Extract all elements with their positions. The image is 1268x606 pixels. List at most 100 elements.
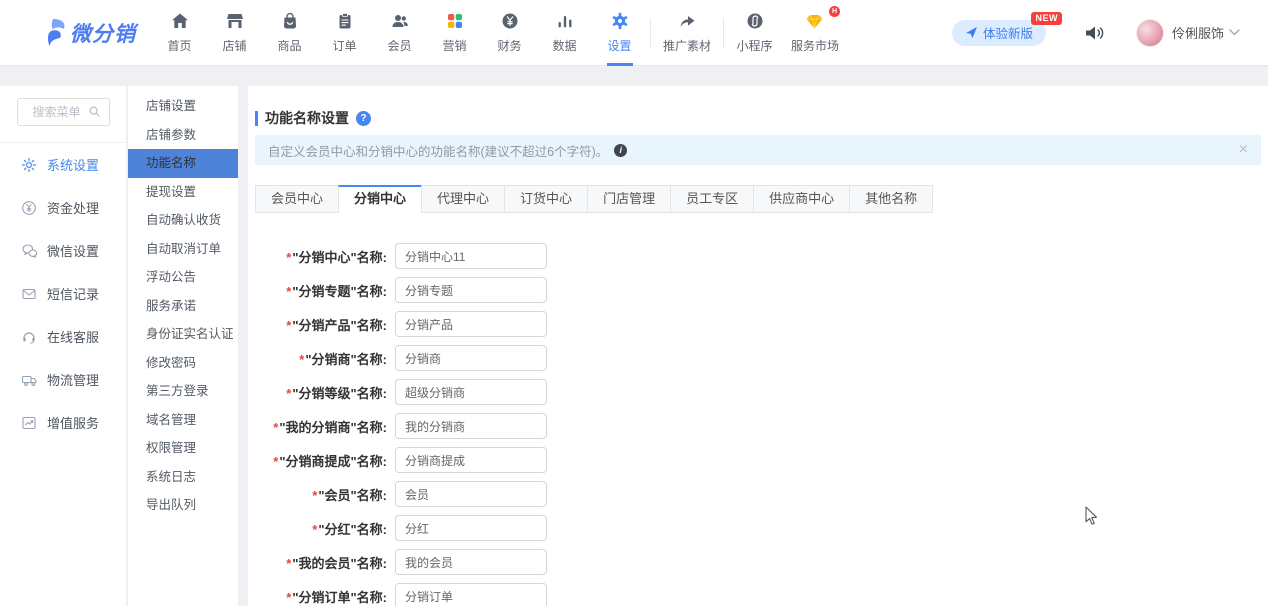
input-my-distributor-name[interactable]: [395, 413, 547, 439]
submenu-item-shop-settings[interactable]: 店铺设置: [128, 92, 238, 121]
sidebar-item-value-added-services[interactable]: 增值服务: [0, 401, 126, 444]
app-logo[interactable]: 微分销: [44, 18, 148, 48]
tab-other-names[interactable]: 其他名称: [849, 185, 933, 213]
required-asterisk: *: [273, 454, 278, 469]
field-label: *"分销产品"名称:: [248, 315, 395, 334]
field-label: *"我的会员"名称:: [248, 553, 395, 572]
field-label: *"分销专题"名称:: [248, 281, 395, 300]
mini-program-icon: [727, 11, 782, 33]
nav-item-shop[interactable]: 店铺: [207, 0, 262, 66]
form-row: *"分销中心"名称:: [248, 243, 1268, 269]
nav-item-finance[interactable]: 财务: [482, 0, 537, 66]
submenu-item-floating-announcement[interactable]: 浮动公告: [128, 263, 238, 292]
nav-item-marketing[interactable]: 营销: [427, 0, 482, 66]
page-title: 功能名称设置: [265, 108, 349, 128]
nav-item-promo-materials[interactable]: 推广素材: [654, 0, 720, 66]
submenu-item-auto-cancel-order[interactable]: 自动取消订单: [128, 235, 238, 264]
submenu-item-auto-confirm-receipt[interactable]: 自动确认收货: [128, 206, 238, 235]
submenu-item-withdrawal-settings[interactable]: 提现设置: [128, 178, 238, 207]
form-row: *"分销订单"名称:: [248, 583, 1268, 606]
nav-item-goods[interactable]: 商品: [262, 0, 317, 66]
sidebar-item-wechat-settings[interactable]: 微信设置: [0, 229, 126, 272]
try-new-version-label: 体验新版: [983, 23, 1033, 42]
required-asterisk: *: [286, 250, 291, 265]
truck-icon: [21, 372, 38, 388]
input-distributor-commission-name[interactable]: [395, 447, 547, 473]
input-distribution-level-name[interactable]: [395, 379, 547, 405]
submenu-item-service-commitment[interactable]: 服务承诺: [128, 292, 238, 321]
input-distribution-topic-name[interactable]: [395, 277, 547, 303]
tab-ordering-center[interactable]: 订货中心: [504, 185, 588, 213]
function-name-form: *"分销中心"名称: *"分销专题"名称: *"分销产品"名称: *"分销商"名…: [248, 243, 1268, 606]
required-asterisk: *: [312, 522, 317, 537]
nav-item-mini-program[interactable]: 小程序: [727, 0, 782, 66]
submenu-item-domain-management[interactable]: 域名管理: [128, 406, 238, 435]
tab-distribution-center[interactable]: 分销中心: [338, 185, 422, 213]
yen-circle-icon: [21, 200, 38, 216]
gear-outline-icon: [21, 157, 38, 173]
page-title-row: 功能名称设置 ?: [255, 110, 1260, 126]
form-row: *"分销商"名称:: [248, 345, 1268, 371]
gem-icon: H: [782, 11, 848, 33]
main-content: 功能名称设置 ? 自定义会员中心和分销中心的功能名称(建议不超过6个字符)。 i…: [248, 86, 1268, 606]
submenu-item-function-names[interactable]: 功能名称: [128, 149, 238, 178]
tab-supplier-center[interactable]: 供应商中心: [753, 185, 850, 213]
help-icon[interactable]: ?: [356, 111, 371, 126]
form-row: *"分销产品"名称:: [248, 311, 1268, 337]
try-new-version-button[interactable]: 体验新版 NEW: [952, 20, 1046, 46]
form-row: *"我的分销商"名称:: [248, 413, 1268, 439]
search-input[interactable]: [17, 98, 110, 126]
user-name[interactable]: 伶俐服饰: [1172, 23, 1224, 42]
sidebar-item-online-service[interactable]: 在线客服: [0, 315, 126, 358]
submenu-item-shop-params[interactable]: 店铺参数: [128, 121, 238, 150]
nav-item-orders[interactable]: 订单: [317, 0, 372, 66]
nav-item-members[interactable]: 会员: [372, 0, 427, 66]
nav-item-home[interactable]: 首页: [152, 0, 207, 66]
input-distribution-order-name[interactable]: [395, 583, 547, 606]
clipboard-icon: [317, 11, 372, 33]
submenu-item-export-queue[interactable]: 导出队列: [128, 491, 238, 520]
sidebar-item-logistics-management[interactable]: 物流管理: [0, 358, 126, 401]
tab-member-center[interactable]: 会员中心: [255, 185, 339, 213]
storefront-icon: [207, 11, 262, 33]
tab-agent-center[interactable]: 代理中心: [421, 185, 505, 213]
members-icon: [372, 11, 427, 33]
sidebar-item-funds-processing[interactable]: 资金处理: [0, 186, 126, 229]
input-dividend-name[interactable]: [395, 515, 547, 541]
tab-staff-zone[interactable]: 员工专区: [670, 185, 754, 213]
field-label: *"分销订单"名称:: [248, 587, 395, 606]
submenu-item-permission-management[interactable]: 权限管理: [128, 434, 238, 463]
user-avatar[interactable]: [1136, 19, 1164, 47]
submenu-item-id-verification[interactable]: 身份证实名认证: [128, 320, 238, 349]
speaker-icon[interactable]: [1084, 23, 1106, 43]
input-my-member-name[interactable]: [395, 549, 547, 575]
primary-sidebar: 系统设置 资金处理 微信设置 短信记录 在线客服 物流管理 增值服务: [0, 86, 127, 606]
input-distributor-name[interactable]: [395, 345, 547, 371]
required-asterisk: *: [286, 386, 291, 401]
nav-item-service-market[interactable]: H 服务市场: [782, 0, 848, 66]
submenu-item-third-party-login[interactable]: 第三方登录: [128, 377, 238, 406]
rocket-icon: [965, 26, 978, 39]
nav-item-settings[interactable]: 设置: [592, 0, 647, 66]
logo-text: 微分销: [70, 18, 136, 48]
sidebar-item-system-settings[interactable]: 系统设置: [0, 143, 126, 186]
required-asterisk: *: [286, 556, 291, 571]
nav-item-data[interactable]: 数据: [537, 0, 592, 66]
top-navbar: 微分销 首页 店铺 商品 订单: [0, 0, 1268, 66]
submenu-item-system-logs[interactable]: 系统日志: [128, 463, 238, 492]
banner-close-icon[interactable]: ×: [1239, 142, 1248, 158]
tab-store-management[interactable]: 门店管理: [587, 185, 671, 213]
input-distribution-center-name[interactable]: [395, 243, 547, 269]
form-row: *"分红"名称:: [248, 515, 1268, 541]
form-row: *"分销等级"名称:: [248, 379, 1268, 405]
chevron-down-icon[interactable]: [1229, 29, 1240, 36]
input-member-name[interactable]: [395, 481, 547, 507]
share-arrow-icon: [654, 11, 720, 33]
required-asterisk: *: [312, 488, 317, 503]
submenu-item-change-password[interactable]: 修改密码: [128, 349, 238, 378]
bar-chart-icon: [537, 11, 592, 33]
sidebar-item-sms-records[interactable]: 短信记录: [0, 272, 126, 315]
top-nav-menu: 首页 店铺 商品 订单 会员: [152, 0, 848, 66]
title-accent-bar: [255, 111, 258, 126]
input-distribution-product-name[interactable]: [395, 311, 547, 337]
